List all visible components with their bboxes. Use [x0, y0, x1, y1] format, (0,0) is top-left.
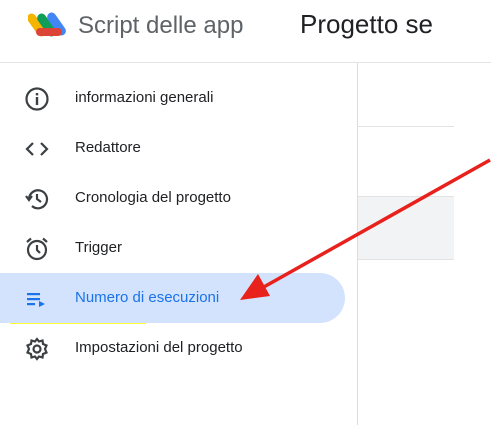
sidebar-item-label: informazioni generali	[75, 89, 214, 106]
sidebar-item-label: Trigger	[75, 239, 122, 256]
alarm-clock-icon	[26, 237, 48, 261]
gear-icon	[26, 337, 48, 361]
executions-list-icon	[27, 293, 45, 307]
history-icon	[25, 189, 49, 210]
project-title[interactable]: Progetto se	[300, 9, 460, 40]
info-icon	[25, 87, 49, 111]
sidebar-item-label: Numero di esecuzioni	[75, 289, 220, 306]
app-name[interactable]: Script delle app	[78, 12, 243, 40]
sidebar-item-informazioni-generali[interactable]: informazioni generali	[0, 73, 345, 123]
sidebar-nav: informazioni generali Redattore Cronolog…	[0, 63, 358, 425]
sidebar-item-redattore[interactable]: Redattore	[0, 123, 345, 173]
sidebar-item-cronologia[interactable]: Cronologia del progetto	[0, 173, 345, 223]
sidebar-item-label: Impostazioni del progetto	[75, 339, 243, 356]
content-row	[358, 196, 454, 260]
sidebar-item-label: Cronologia del progetto	[75, 189, 231, 206]
sidebar-item-numero-esecuzioni[interactable]: Numero di esecuzioni	[0, 273, 345, 323]
app-header: Script delle app Progetto se	[0, 0, 491, 63]
code-icon	[25, 142, 49, 156]
sidebar-item-trigger[interactable]: Trigger	[0, 223, 345, 273]
sidebar-item-impostazioni[interactable]: Impostazioni del progetto	[0, 323, 345, 373]
sidebar-item-label: Redattore	[75, 139, 141, 156]
apps-script-logo[interactable]	[28, 8, 70, 42]
